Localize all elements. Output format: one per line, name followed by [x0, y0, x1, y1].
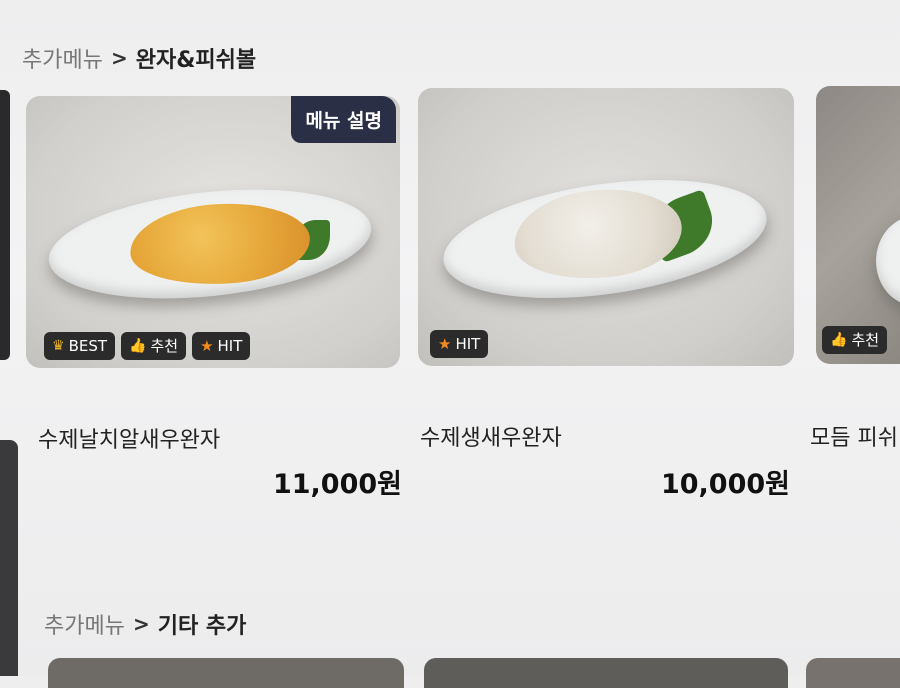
star-icon: ★	[438, 335, 452, 353]
recommend-badge: 👍 추천	[121, 332, 187, 360]
hit-badge: ★ HIT	[192, 332, 251, 360]
crown-icon: ♛	[52, 338, 65, 354]
menu-item-card[interactable]	[424, 658, 788, 688]
menu-description-button[interactable]: 메뉴 설명	[291, 96, 396, 143]
star-icon: ★	[200, 337, 214, 355]
screen-edge	[0, 90, 10, 360]
thumbs-up-icon: 👍	[129, 338, 147, 354]
breadcrumb-parent[interactable]: 추가메뉴	[44, 608, 125, 640]
badge-group: ♛ BEST 👍 추천 ★ HIT	[44, 332, 251, 360]
breadcrumb-parent[interactable]: 추가메뉴	[22, 42, 103, 74]
menu-item-card[interactable]: 메뉴 설명 ♛ BEST 👍 추천 ★ HIT	[26, 96, 400, 368]
menu-item-card[interactable]: 👍 추천	[816, 86, 900, 364]
chevron-right-icon: >	[110, 46, 128, 70]
hit-badge: ★ HIT	[430, 330, 489, 358]
menu-item-name[interactable]: 수제생새우완자	[420, 420, 562, 452]
menu-item-price: 10,000원	[660, 469, 790, 500]
breadcrumb: 추가메뉴 > 완자&피쉬볼	[22, 42, 256, 74]
section-title: 기타 추가	[157, 614, 247, 639]
breadcrumb: 추가메뉴 > 기타 추가	[44, 608, 246, 640]
best-badge: ♛ BEST	[44, 332, 116, 360]
menu-item-card[interactable]	[48, 658, 404, 688]
badge-group: 👍 추천	[822, 326, 888, 354]
badge-group: ★ HIT	[430, 330, 489, 358]
screen-edge	[0, 440, 18, 676]
menu-item-card[interactable]	[806, 658, 900, 688]
menu-item-name[interactable]: 모듬 피쉬	[810, 420, 898, 452]
plate-image	[876, 216, 900, 306]
recommend-badge: 👍 추천	[822, 326, 888, 354]
menu-item-name[interactable]: 수제날치알새우완자	[38, 422, 220, 454]
menu-item-price: 11,000원	[272, 469, 402, 500]
chevron-right-icon: >	[132, 612, 150, 636]
section-title: 완자&피쉬볼	[135, 48, 257, 73]
menu-item-card[interactable]: ★ HIT	[418, 88, 794, 366]
thumbs-up-icon: 👍	[830, 332, 848, 348]
